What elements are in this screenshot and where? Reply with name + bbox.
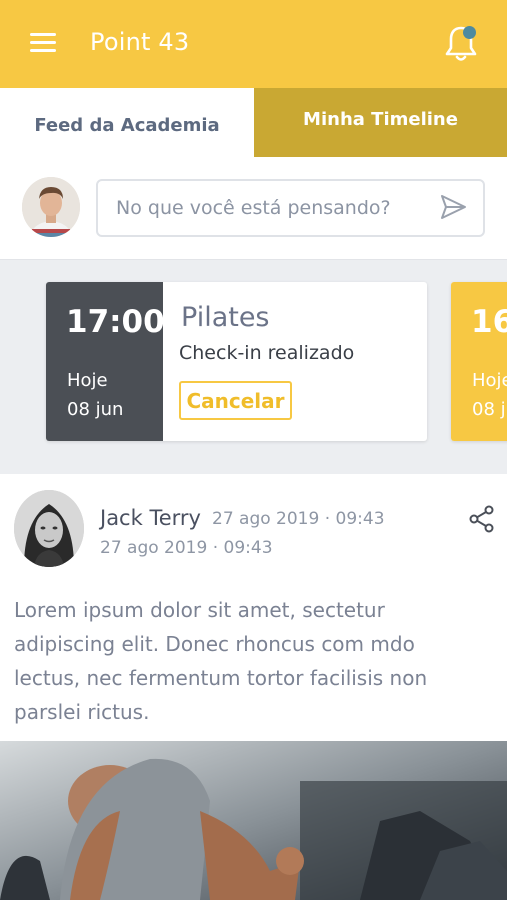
class-time: 17:00 xyxy=(66,304,165,340)
hamburger-menu-icon[interactable] xyxy=(30,33,56,53)
notification-dot xyxy=(463,26,476,39)
class-date: 08 ju xyxy=(472,399,507,420)
class-card[interactable]: 16: Hoje 08 ju xyxy=(451,282,507,441)
class-day: Hoje xyxy=(472,370,507,391)
post-photo[interactable] xyxy=(0,741,507,900)
post-input-placeholder: No que você está pensando? xyxy=(116,197,391,219)
post-timestamp: 27 ago 2019 · 09:43 xyxy=(100,538,273,558)
class-date: 08 jun xyxy=(67,399,124,420)
tab-minha-timeline[interactable]: Minha Timeline xyxy=(254,88,507,157)
post-timestamp-inline: 27 ago 2019 · 09:43 xyxy=(212,509,385,529)
app-header: Point 43 xyxy=(0,0,507,88)
class-time-block: 17:00 Hoje 08 jun xyxy=(46,282,165,441)
class-carousel[interactable]: 17:00 Hoje 08 jun Pilates Check-in reali… xyxy=(0,259,507,474)
feed-tabs: Feed da Academia Minha Timeline xyxy=(0,88,507,157)
share-icon[interactable] xyxy=(468,505,496,533)
class-card[interactable]: 17:00 Hoje 08 jun Pilates Check-in reali… xyxy=(46,282,427,441)
class-time: 16: xyxy=(471,304,507,340)
tab-feed-da-academia[interactable]: Feed da Academia xyxy=(0,88,254,157)
post-composer: No que você está pensando? xyxy=(0,157,507,259)
user-avatar[interactable] xyxy=(22,177,80,237)
tab-label: Minha Timeline xyxy=(303,109,458,130)
class-name: Pilates xyxy=(181,302,270,333)
post-input[interactable]: No que você está pensando? xyxy=(96,179,485,237)
tab-label: Feed da Academia xyxy=(34,115,220,136)
author-avatar[interactable] xyxy=(14,490,84,567)
app-screen: Point 43 Feed da Academia Minha Timeline xyxy=(0,0,507,900)
post-body: Lorem ipsum dolor sit amet, sectetur adi… xyxy=(14,598,428,724)
feed-post: Jack Terry 27 ago 2019 · 09:43 27 ago 20… xyxy=(0,474,507,900)
class-day: Hoje xyxy=(67,370,108,391)
send-icon[interactable] xyxy=(438,192,468,222)
author-name[interactable]: Jack Terry xyxy=(100,506,201,530)
class-time-block: 16: Hoje 08 ju xyxy=(451,282,507,441)
checkin-status: Check-in realizado xyxy=(179,342,355,364)
cancel-button[interactable]: Cancelar xyxy=(179,381,292,420)
app-title: Point 43 xyxy=(90,28,190,56)
